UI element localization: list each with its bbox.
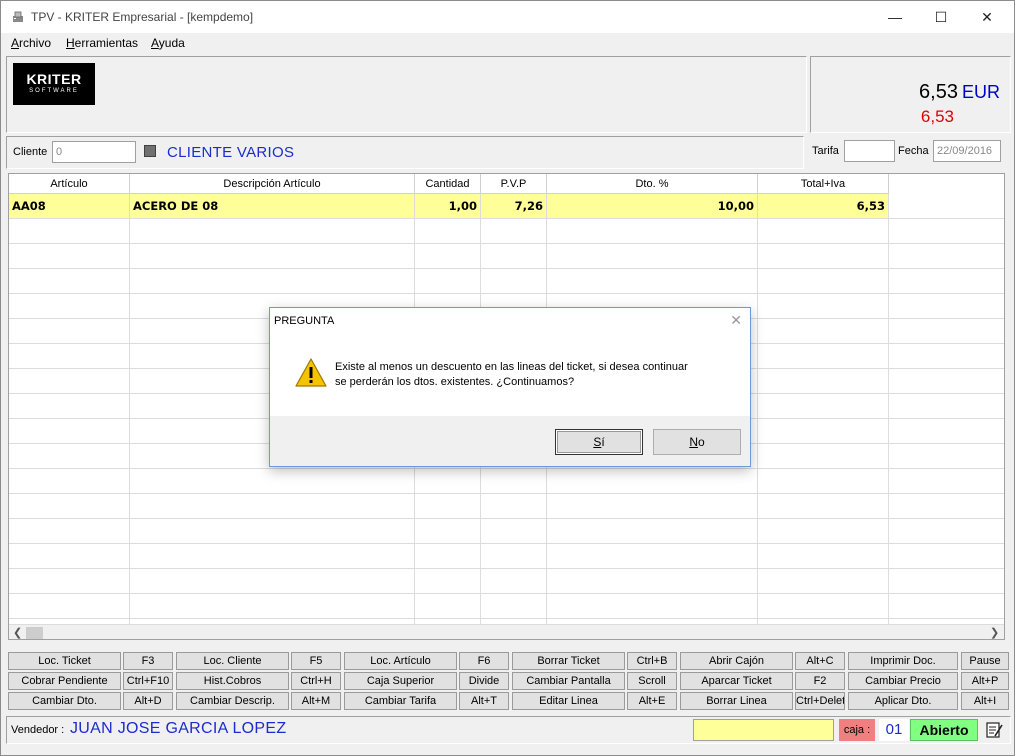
cell-total: 6,53 <box>758 194 889 219</box>
editar-linea-shortcut[interactable]: Alt+E <box>627 692 677 710</box>
maximize-button[interactable]: ☐ <box>918 1 964 33</box>
fecha-label: Fecha <box>898 145 929 157</box>
client-checkbox[interactable] <box>144 145 156 157</box>
caja-status-badge: Abierto <box>910 719 978 741</box>
no-button[interactable]: No <box>653 429 741 455</box>
horizontal-scrollbar[interactable]: ❮ ❯ <box>9 624 1004 639</box>
caja-superior-shortcut[interactable]: Divide <box>459 672 509 690</box>
yes-button[interactable]: Sí <box>555 429 643 455</box>
vendedor-label: Vendedor : <box>11 724 65 736</box>
cambiar-precio-shortcut[interactable]: Alt+P <box>961 672 1009 690</box>
menu-bar: Archivo Herramientas Ayuda <box>1 33 1014 53</box>
cambiar-pantalla-button[interactable]: Cambiar Pantalla <box>512 672 625 690</box>
aparcar-ticket-shortcut[interactable]: F2 <box>795 672 845 690</box>
cambiar-descrip-button[interactable]: Cambiar Descrip. <box>176 692 289 710</box>
window-title: TPV - KRITER Empresarial - [kempdemo] <box>31 10 254 24</box>
fecha-input[interactable]: 22/09/2016 <box>933 140 1001 162</box>
menu-archivo[interactable]: Archivo <box>11 36 51 50</box>
notepad-icon[interactable] <box>983 719 1005 741</box>
hist-cobros-button[interactable]: Hist.Cobros <box>176 672 289 690</box>
borrar-linea-button[interactable]: Borrar Linea <box>680 692 793 710</box>
loc-ticket-button[interactable]: Loc. Ticket <box>8 652 121 670</box>
dialog-message-line: Existe al menos un descuento en las line… <box>335 361 688 373</box>
caja-label: caja : <box>839 719 875 741</box>
aparcar-ticket-button[interactable]: Aparcar Ticket <box>680 672 793 690</box>
dialog-message: Existe al menos un descuento en las line… <box>335 360 688 390</box>
cambiar-dto-button[interactable]: Cambiar Dto. <box>8 692 121 710</box>
caja-number: 01 <box>879 719 909 741</box>
grid-header: Artículo Descripción Artículo Cantidad P… <box>9 174 1004 194</box>
cell-pvp: 7,26 <box>481 194 547 219</box>
loc-ticket-shortcut[interactable]: F3 <box>123 652 173 670</box>
cobrar-pendiente-shortcut[interactable]: Ctrl+F10 <box>123 672 173 690</box>
imprimir-doc-shortcut[interactable]: Pause <box>961 652 1009 670</box>
hist-cobros-shortcut[interactable]: Ctrl+H <box>291 672 341 690</box>
close-button[interactable]: ✕ <box>964 1 1010 33</box>
function-button-panel: Loc. Ticket F3 Loc. Cliente F5 Loc. Artí… <box>6 648 1014 712</box>
menu-ayuda[interactable]: Ayuda <box>151 36 185 50</box>
question-dialog: PREGUNTA ✕ Existe al menos un descuento … <box>269 307 751 467</box>
cell-descripcion: ACERO DE 08 <box>130 194 415 219</box>
scroll-thumb[interactable] <box>26 627 43 639</box>
cambiar-dto-shortcut[interactable]: Alt+D <box>123 692 173 710</box>
aplicar-dto-button[interactable]: Aplicar Dto. <box>848 692 958 710</box>
col-descripcion[interactable]: Descripción Artículo <box>130 174 415 194</box>
col-pvp[interactable]: P.V.P <box>481 174 547 194</box>
dialog-title: PREGUNTA <box>274 315 335 327</box>
abrir-cajon-shortcut[interactable]: Alt+C <box>795 652 845 670</box>
editar-linea-button[interactable]: Editar Linea <box>512 692 625 710</box>
caja-superior-button[interactable]: Caja Superior <box>344 672 457 690</box>
dialog-message-line: se perderán los dtos. existentes. ¿Conti… <box>335 376 575 388</box>
main-window: TPV - KRITER Empresarial - [kempdemo] — … <box>0 0 1015 756</box>
scroll-left-icon[interactable]: ❮ <box>13 626 22 639</box>
cobrar-pendiente-button[interactable]: Cobrar Pendiente <box>8 672 121 690</box>
app-icon <box>13 11 23 22</box>
borrar-linea-shortcut[interactable]: Ctrl+Delete <box>795 692 845 710</box>
col-total[interactable]: Total+Iva <box>758 174 889 194</box>
cambiar-descrip-shortcut[interactable]: Alt+M <box>291 692 341 710</box>
col-dto[interactable]: Dto. % <box>547 174 758 194</box>
cambiar-precio-button[interactable]: Cambiar Precio <box>848 672 958 690</box>
col-cantidad[interactable]: Cantidad <box>415 174 481 194</box>
loc-articulo-button[interactable]: Loc. Artículo <box>344 652 457 670</box>
minimize-button[interactable]: — <box>872 1 918 33</box>
cambiar-tarifa-shortcut[interactable]: Alt+T <box>459 692 509 710</box>
dialog-close-icon[interactable]: ✕ <box>730 312 742 329</box>
abrir-cajon-button[interactable]: Abrir Cajón <box>680 652 793 670</box>
title-bar: TPV - KRITER Empresarial - [kempdemo] — … <box>1 1 1014 33</box>
imprimir-doc-button[interactable]: Imprimir Doc. <box>848 652 958 670</box>
cell-cantidad: 1,00 <box>415 194 481 219</box>
table-row[interactable]: AA08 ACERO DE 08 1,00 7,26 10,00 6,53 <box>9 194 889 219</box>
currency-label: EUR <box>961 82 1000 102</box>
loc-cliente-button[interactable]: Loc. Cliente <box>176 652 289 670</box>
total-amount: 6,53 EUR <box>919 81 1000 103</box>
loc-articulo-shortcut[interactable]: F6 <box>459 652 509 670</box>
kriter-logo: KRITER SOFTWARE <box>13 63 95 105</box>
cambiar-tarifa-button[interactable]: Cambiar Tarifa <box>344 692 457 710</box>
header-panel: KRITER SOFTWARE <box>6 56 807 133</box>
total-panel: 6,53 EUR 6,53 <box>810 56 1011 133</box>
client-code-input[interactable]: 0 <box>52 141 136 163</box>
scroll-right-icon[interactable]: ❯ <box>990 626 999 639</box>
client-label: Cliente <box>13 146 48 158</box>
vendedor-name: JUAN JOSE GARCIA LOPEZ <box>70 720 287 737</box>
tarifa-input[interactable] <box>844 140 895 162</box>
col-articulo[interactable]: Artículo <box>9 174 130 194</box>
status-input[interactable] <box>693 719 834 741</box>
cambiar-pantalla-shortcut[interactable]: Scroll <box>627 672 677 690</box>
warning-icon <box>295 358 327 387</box>
loc-cliente-shortcut[interactable]: F5 <box>291 652 341 670</box>
borrar-ticket-shortcut[interactable]: Ctrl+B <box>627 652 677 670</box>
cell-dto: 10,00 <box>547 194 758 219</box>
client-name: CLIENTE VARIOS <box>167 144 295 161</box>
cell-articulo: AA08 <box>9 194 130 219</box>
menu-herramientas[interactable]: Herramientas <box>66 36 138 50</box>
aplicar-dto-shortcut[interactable]: Alt+I <box>961 692 1009 710</box>
borrar-ticket-button[interactable]: Borrar Ticket <box>512 652 625 670</box>
tarifa-label: Tarifa <box>812 145 839 157</box>
total-secondary: 6,53 <box>920 107 954 126</box>
